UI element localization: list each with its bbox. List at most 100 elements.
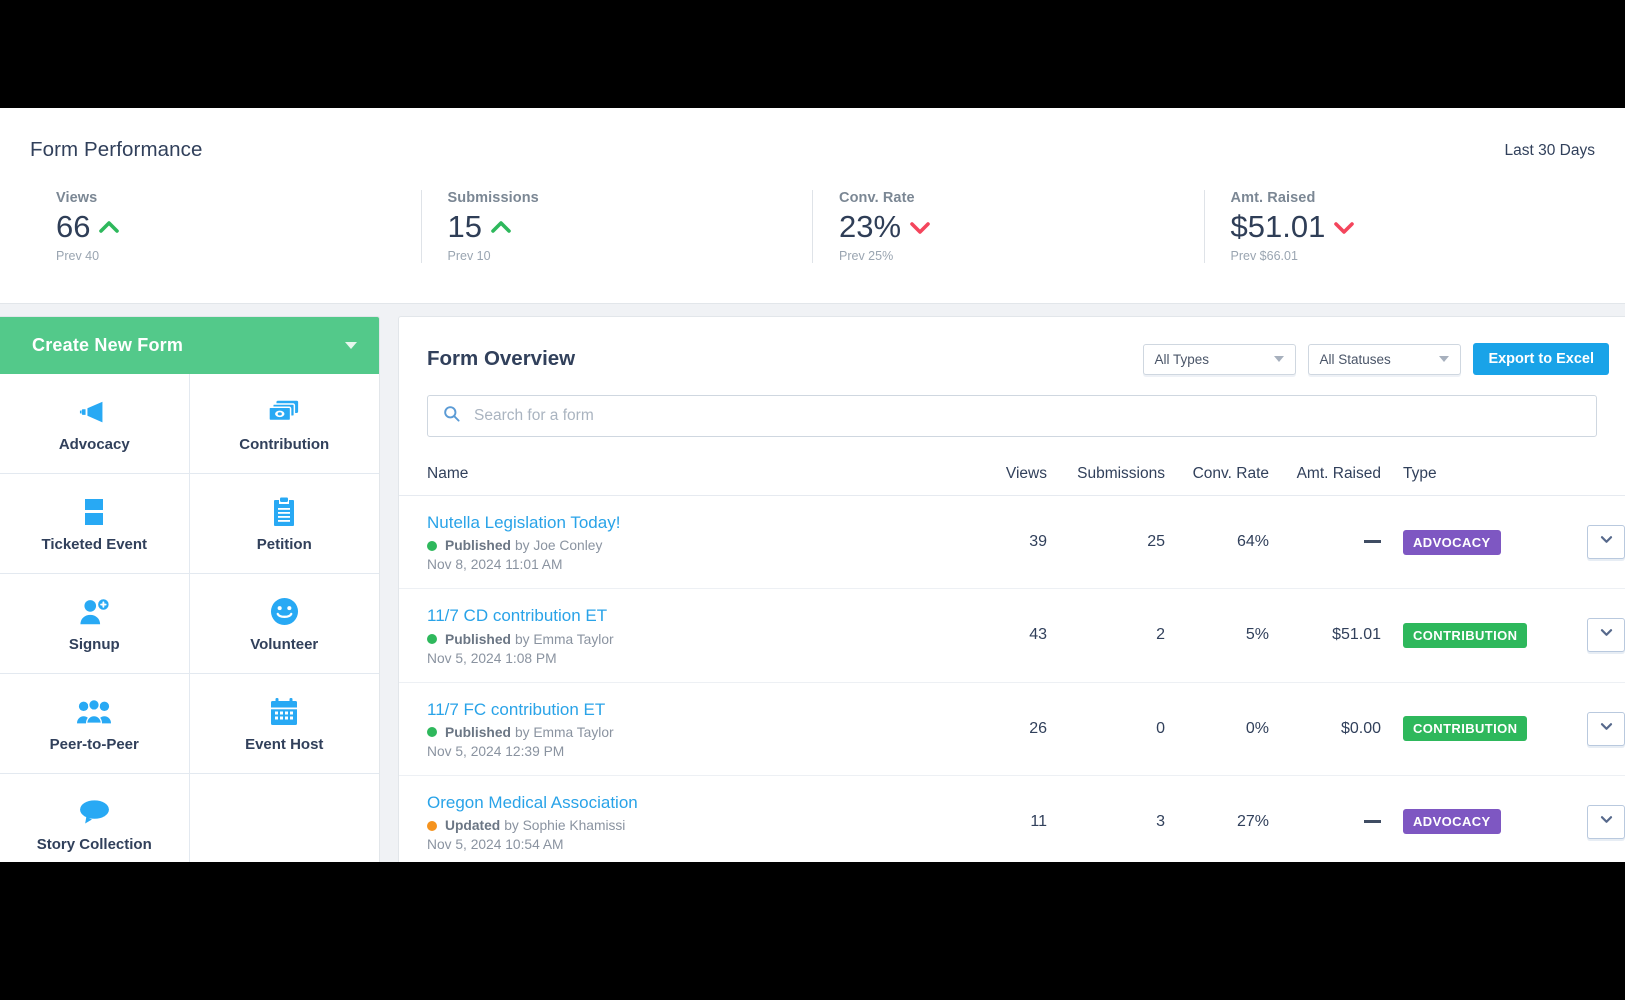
status-text: Published [445, 538, 511, 554]
export-to-excel-button[interactable]: Export to Excel [1473, 343, 1609, 375]
form-performance-panel: Form Performance Last 30 Days Views 66 P… [0, 108, 1625, 304]
search-bar[interactable] [427, 395, 1597, 437]
stat-label: Views [56, 190, 98, 206]
form-type-petition[interactable]: Petition [189, 474, 379, 574]
cell-type: ADVOCACY [1381, 495, 1531, 590]
column-header-submissions[interactable]: Submissions [1047, 459, 1165, 496]
overview-controls: All Types All Statuses Export to Excel [1143, 343, 1625, 375]
row-menu-button[interactable] [1587, 711, 1625, 746]
stat-views: Views 66 Prev 40 [30, 190, 421, 263]
status-author: by Sophie Khamissi [504, 818, 626, 833]
status-filter-value: All Statuses [1319, 351, 1391, 367]
column-header-conv-rate[interactable]: Conv. Rate [1165, 459, 1269, 496]
form-type-grid-filler [189, 774, 379, 862]
column-header-name[interactable]: Name [399, 459, 951, 496]
stat-submissions: Submissions 15 Prev 10 [420, 190, 813, 263]
cell-submissions: 3 [1047, 775, 1165, 862]
column-header-amt-raised[interactable]: Amt. Raised [1269, 459, 1381, 496]
money-icon [268, 395, 300, 429]
form-date: Nov 5, 2024 10:54 AM [427, 837, 564, 852]
trend-up-icon [99, 219, 120, 236]
status-badge: CONTRIBUTION [1403, 622, 1528, 648]
search-input[interactable] [474, 407, 1582, 425]
cell-conv-rate: 5% [1165, 588, 1269, 683]
status-dot-icon [427, 727, 437, 738]
cell-amt-raised [1269, 775, 1381, 862]
form-name-link[interactable]: Nutella Legislation Today! [427, 512, 939, 533]
column-header-views[interactable]: Views [951, 459, 1047, 496]
cell-submissions: 0 [1047, 682, 1165, 776]
form-type-label: Event Host [245, 735, 324, 753]
form-type-label: Petition [256, 535, 312, 553]
status-badge: ADVOCACY [1403, 809, 1501, 835]
type-filter-select[interactable]: All Types [1143, 343, 1297, 375]
empty-value-dash [1364, 820, 1381, 824]
form-status: Published by Emma Taylor [427, 632, 939, 647]
row-menu-button[interactable] [1587, 804, 1625, 839]
row-menu-button[interactable] [1587, 525, 1625, 560]
create-new-form-button[interactable]: Create New Form [0, 317, 379, 374]
megaphone-icon [79, 395, 109, 429]
form-name-link[interactable]: 11/7 CD contribution ET [427, 605, 939, 626]
form-status: Updated by Sophie Khamissi [427, 818, 939, 833]
form-date: Nov 5, 2024 12:39 PM [427, 743, 565, 759]
stat-value: 15 [447, 209, 482, 244]
form-type-story-collection[interactable]: Story Collection [0, 774, 190, 862]
cell-type: CONTRIBUTION [1381, 588, 1531, 683]
stat-previous: Prev 25% [839, 248, 894, 263]
form-type-grid: Advocacy Contribution Ticketed Event Pet… [0, 374, 379, 862]
form-type-contribution[interactable]: Contribution [189, 374, 379, 474]
calendar-icon [270, 695, 298, 729]
cell-views: 11 [951, 775, 1047, 862]
form-type-ticketed-event[interactable]: Ticketed Event [0, 474, 190, 574]
form-type-label: Story Collection [36, 835, 152, 853]
cell-submissions: 25 [1047, 495, 1165, 590]
row-menu-button[interactable] [1587, 618, 1625, 653]
form-type-peer-to-peer[interactable]: Peer-to-Peer [0, 674, 190, 774]
cell-actions [1531, 682, 1625, 776]
form-name-link[interactable]: Oregon Medical Association [427, 792, 939, 813]
clipboard-icon [272, 495, 296, 529]
status-text: Published [445, 631, 511, 647]
status-dot-icon [427, 540, 437, 551]
form-type-advocacy[interactable]: Advocacy [0, 374, 190, 474]
date-range-label: Last 30 Days [1504, 142, 1595, 159]
stat-amt-raised: Amt. Raised $51.01 Prev $66.01 [1203, 190, 1596, 263]
status-author: by Joe Conley [514, 538, 603, 554]
empty-value-dash [1364, 540, 1381, 544]
top-letterbox [0, 0, 1625, 108]
cell-conv-rate: 64% [1165, 495, 1269, 590]
stat-previous: Prev 10 [447, 248, 491, 263]
form-type-label: Peer-to-Peer [49, 735, 139, 753]
stat-previous: Prev 40 [56, 248, 100, 263]
stat-conv-rate: Conv. Rate 23% Prev 25% [812, 190, 1204, 263]
stat-label: Submissions [447, 190, 539, 206]
app-viewport: Form Performance Last 30 Days Views 66 P… [0, 108, 1625, 862]
status-author: by Emma Taylor [514, 724, 614, 740]
status-filter-select[interactable]: All Statuses [1308, 343, 1462, 375]
form-type-label: Signup [68, 635, 120, 653]
bottom-letterbox [0, 862, 1625, 1000]
form-name-link[interactable]: 11/7 FC contribution ET [427, 699, 939, 720]
form-type-label: Advocacy [58, 435, 130, 453]
form-type-signup[interactable]: Signup [0, 574, 190, 674]
form-type-event-host[interactable]: Event Host [189, 674, 379, 774]
table-row: Oregon Medical Association Updated by So… [399, 775, 1625, 862]
user-plus-icon [79, 595, 109, 629]
cell-name: 11/7 FC contribution ET Published by Emm… [399, 682, 951, 776]
column-header-type[interactable]: Type [1381, 459, 1531, 496]
trend-up-icon [491, 219, 511, 236]
create-form-sidebar: Create New Form Advocacy Contribution Ti… [0, 316, 380, 862]
cell-type: CONTRIBUTION [1381, 682, 1531, 776]
cell-views: 43 [951, 588, 1047, 683]
chevron-down-icon [1599, 719, 1614, 739]
trend-down-icon [910, 219, 930, 236]
form-type-volunteer[interactable]: Volunteer [189, 574, 379, 674]
form-overview-title: Form Overview [427, 347, 576, 370]
type-filter-value: All Types [1154, 351, 1209, 367]
column-header-actions [1531, 459, 1625, 496]
forms-table-header: Name Views Submissions Conv. Rate Amt. R… [399, 459, 1625, 496]
stat-previous: Prev $66.01 [1230, 248, 1298, 263]
chevron-down-icon [1439, 356, 1450, 362]
stats-row: Views 66 Prev 40 Submissions 15 Prev 10 Co… [30, 190, 1595, 263]
